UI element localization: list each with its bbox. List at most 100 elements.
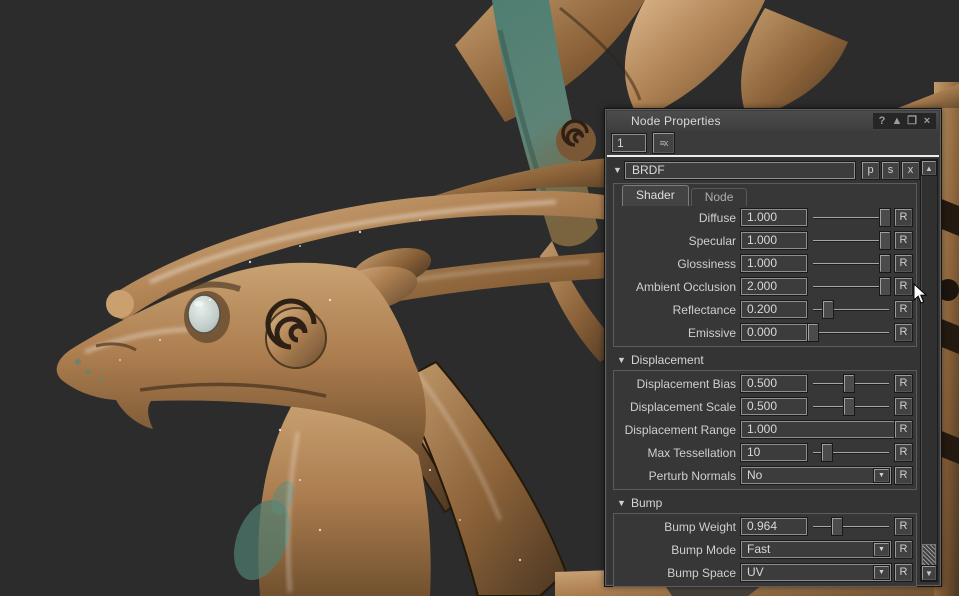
selection-filter-button[interactable]: ≡x bbox=[653, 133, 674, 153]
slider[interactable] bbox=[808, 324, 891, 341]
node-properties-panel: Node Properties ? ▲ ❐ × 1 ≡x ▼ BRDF p s … bbox=[604, 108, 942, 587]
param-label: Specular bbox=[688, 233, 736, 248]
dropdown-value: No bbox=[747, 468, 763, 482]
slider-thumb[interactable] bbox=[822, 301, 833, 318]
dropdown[interactable]: Fast ▼ bbox=[741, 541, 891, 558]
preset-button[interactable]: p bbox=[862, 161, 879, 179]
properties-scroll-area: ▼ BRDF p s x Shader Node Diffuse 1.000 R bbox=[607, 155, 939, 587]
help-icon[interactable]: ? bbox=[875, 114, 889, 128]
slider-thumb[interactable] bbox=[822, 444, 832, 461]
close-icon[interactable]: × bbox=[920, 114, 934, 128]
tab-shader[interactable]: Shader bbox=[622, 185, 689, 206]
param-row-bump-mode: Bump Mode Fast ▼ R bbox=[614, 538, 916, 561]
value-field[interactable]: 1.000 bbox=[741, 255, 807, 272]
bump-group: Bump Weight 0.964 R Bump Mode Fast ▼ R B… bbox=[613, 513, 917, 587]
slider[interactable] bbox=[811, 278, 891, 295]
slider[interactable] bbox=[811, 232, 891, 249]
tab-node[interactable]: Node bbox=[690, 188, 748, 206]
slider-thumb[interactable] bbox=[880, 255, 891, 272]
value-field[interactable]: 0.200 bbox=[741, 301, 807, 318]
reset-button[interactable]: R bbox=[895, 541, 912, 558]
slider[interactable] bbox=[811, 518, 891, 535]
slider-thumb[interactable] bbox=[831, 518, 842, 535]
value-field[interactable]: 1.000 bbox=[741, 232, 807, 249]
slider-track bbox=[813, 332, 889, 333]
slider[interactable] bbox=[811, 398, 891, 415]
selection-count-field[interactable]: 1 bbox=[612, 134, 646, 152]
slider[interactable] bbox=[811, 444, 891, 461]
section-header-bump[interactable]: ▼ Bump bbox=[617, 495, 921, 510]
param-label: Glossiness bbox=[677, 256, 736, 271]
shade-icon[interactable]: ▲ bbox=[890, 114, 904, 128]
param-row-bump-space: Bump Space UV ▼ R bbox=[614, 561, 916, 584]
param-label: Ambient Occlusion bbox=[635, 279, 736, 294]
panel-titlebar[interactable]: Node Properties ? ▲ ❐ × bbox=[607, 111, 939, 131]
chevron-down-icon[interactable]: ▼ bbox=[613, 165, 625, 175]
shader-group: Shader Node Diffuse 1.000 R Specular 1.0… bbox=[613, 183, 917, 347]
chevron-down-icon[interactable]: ▼ bbox=[874, 566, 889, 579]
param-row-specular: Specular 1.000 R bbox=[614, 229, 916, 252]
section-header-displacement[interactable]: ▼ Displacement bbox=[617, 352, 921, 367]
value-field[interactable]: 0.000 bbox=[741, 324, 807, 341]
restore-icon[interactable]: ❐ bbox=[905, 114, 919, 128]
value-field[interactable]: 1.000 bbox=[741, 421, 895, 438]
param-row-displacement-scale: Displacement Scale 0.500 R bbox=[614, 395, 916, 418]
slider[interactable] bbox=[811, 255, 891, 272]
reset-button[interactable]: R bbox=[895, 398, 912, 415]
slider[interactable] bbox=[811, 301, 891, 318]
reset-button[interactable]: R bbox=[895, 375, 912, 392]
scroll-up-icon[interactable]: ▲ bbox=[922, 161, 936, 175]
value-field[interactable]: 0.500 bbox=[741, 398, 807, 415]
slider-thumb[interactable] bbox=[808, 324, 819, 341]
slider[interactable] bbox=[811, 209, 891, 226]
slider-track bbox=[813, 240, 889, 241]
reset-button[interactable]: R bbox=[895, 278, 912, 295]
chevron-down-icon: ▼ bbox=[617, 354, 626, 365]
scroll-down-icon[interactable]: ▼ bbox=[922, 566, 936, 580]
reset-button[interactable]: R bbox=[895, 564, 912, 581]
save-button[interactable]: s bbox=[882, 161, 899, 179]
reset-button[interactable]: R bbox=[895, 301, 912, 318]
value-field[interactable]: 10 bbox=[741, 444, 807, 461]
reset-button[interactable]: R bbox=[895, 421, 912, 438]
section-label: Displacement bbox=[631, 352, 704, 367]
list-filter-icon: ≡x bbox=[659, 138, 669, 148]
vertical-scrollbar[interactable]: ▲ ▼ bbox=[920, 159, 938, 582]
slider-thumb[interactable] bbox=[880, 209, 891, 226]
param-row-reflectance: Reflectance 0.200 R bbox=[614, 298, 916, 321]
param-row-diffuse: Diffuse 1.000 R bbox=[614, 206, 916, 229]
param-row-ambient-occlusion: Ambient Occlusion 2.000 R bbox=[614, 275, 916, 298]
slider-thumb[interactable] bbox=[880, 278, 891, 295]
reset-button[interactable]: R bbox=[895, 444, 912, 461]
delete-button[interactable]: x bbox=[902, 161, 919, 179]
reset-button[interactable]: R bbox=[895, 324, 912, 341]
slider-track bbox=[813, 286, 889, 287]
dropdown[interactable]: UV ▼ bbox=[741, 564, 891, 581]
value-field[interactable]: 0.500 bbox=[741, 375, 807, 392]
reset-button[interactable]: R bbox=[895, 518, 912, 535]
param-label: Displacement Scale bbox=[629, 399, 736, 414]
value-field[interactable]: 0.964 bbox=[741, 518, 807, 535]
application-window: { "window": { "title": "Node Properties"… bbox=[0, 0, 959, 596]
spiral-ornament-small bbox=[556, 119, 596, 161]
value-field[interactable]: 1.000 bbox=[741, 209, 807, 226]
slider-thumb[interactable] bbox=[844, 375, 855, 392]
param-label: Bump Weight bbox=[664, 519, 736, 534]
node-name-field[interactable]: BRDF bbox=[625, 161, 855, 179]
slider-thumb[interactable] bbox=[880, 232, 891, 249]
slider-thumb[interactable] bbox=[844, 398, 855, 415]
value-field[interactable]: 2.000 bbox=[741, 278, 807, 295]
param-label: Max Tessellation bbox=[647, 445, 737, 460]
chevron-down-icon[interactable]: ▼ bbox=[874, 543, 889, 556]
reset-button[interactable]: R bbox=[895, 255, 912, 272]
reset-button[interactable]: R bbox=[895, 232, 912, 249]
chevron-down-icon[interactable]: ▼ bbox=[874, 469, 889, 482]
param-label: Displacement Bias bbox=[636, 376, 736, 391]
slider-track bbox=[813, 217, 889, 218]
param-row-displacement-bias: Displacement Bias 0.500 R bbox=[614, 372, 916, 395]
reset-button[interactable]: R bbox=[895, 209, 912, 226]
slider[interactable] bbox=[811, 375, 891, 392]
reset-button[interactable]: R bbox=[895, 467, 912, 484]
param-row-perturb-normals: Perturb Normals No ▼ R bbox=[614, 464, 916, 487]
dropdown[interactable]: No ▼ bbox=[741, 467, 891, 484]
